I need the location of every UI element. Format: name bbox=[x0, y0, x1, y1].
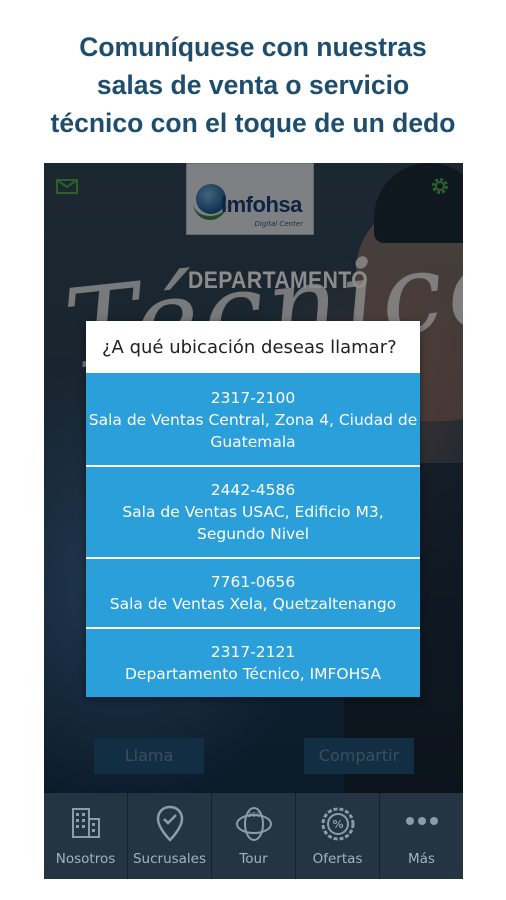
svg-text:360: 360 bbox=[247, 811, 260, 819]
option-address-line1: Sala de Ventas Xela, Quetzaltenango bbox=[109, 595, 397, 613]
location-option-tecnico[interactable]: 2317-2121 Departamento Técnico, IMFOHSA bbox=[86, 627, 420, 697]
option-address-line2: Segundo Nivel bbox=[196, 525, 310, 543]
tab-label: Nosotros bbox=[55, 851, 116, 867]
option-phone: 2442-4586 bbox=[210, 481, 296, 499]
location-dialog: ¿A qué ubicación deseas llamar? 2317-210… bbox=[86, 321, 420, 697]
more-dots-icon bbox=[405, 817, 438, 825]
tab-nosotros[interactable]: Nosotros bbox=[44, 793, 128, 879]
promo-headline: Comuníquese con nuestras salas de venta … bbox=[0, 28, 506, 142]
building-icon bbox=[71, 808, 100, 838]
tab-ofertas[interactable]: % Ofertas bbox=[296, 793, 380, 879]
headline-line-2: salas de venta o servicio bbox=[96, 70, 410, 100]
option-phone: 7761-0656 bbox=[210, 573, 296, 591]
tab-label: Tour bbox=[239, 851, 268, 867]
option-phone: 2317-2121 bbox=[210, 643, 296, 661]
tab-sucrusales[interactable]: Sucrusales bbox=[128, 793, 212, 879]
headline-line-1: Comuníquese con nuestras bbox=[79, 32, 427, 62]
map-pin-icon bbox=[156, 805, 183, 842]
percent-badge-icon: % bbox=[321, 807, 354, 841]
tab-mas[interactable]: Más bbox=[380, 793, 463, 879]
phone-screen: Técnico DEPARTAMENTO Imfohsa Digital Cen… bbox=[44, 163, 463, 879]
option-address-line1: Departamento Técnico, IMFOHSA bbox=[124, 665, 382, 683]
location-option-xela[interactable]: 7761-0656 Sala de Ventas Xela, Quetzalte… bbox=[86, 557, 420, 627]
360-tour-icon: 360 bbox=[235, 807, 272, 841]
option-phone: 2317-2100 bbox=[210, 389, 296, 407]
svg-text:%: % bbox=[332, 818, 343, 831]
headline-line-3: técnico con el toque de un dedo bbox=[50, 108, 456, 138]
tab-label: Sucrusales bbox=[132, 851, 207, 867]
bottom-tab-bar: Nosotros Sucrusales 360 Tour % Ofertas M… bbox=[44, 793, 463, 879]
tab-label: Ofertas bbox=[312, 851, 363, 867]
option-address-line1: Sala de Ventas USAC, Edificio M3, bbox=[122, 503, 384, 521]
tab-tour[interactable]: 360 Tour bbox=[212, 793, 296, 879]
dialog-title: ¿A qué ubicación deseas llamar? bbox=[102, 337, 397, 358]
location-option-central[interactable]: 2317-2100 Sala de Ventas Central, Zona 4… bbox=[86, 371, 420, 465]
option-address-line2: Guatemala bbox=[210, 433, 296, 451]
option-address-line1: Sala de Ventas Central, Zona 4, Ciudad d… bbox=[88, 411, 418, 429]
location-option-usac[interactable]: 2442-4586 Sala de Ventas USAC, Edificio … bbox=[86, 465, 420, 557]
tab-label: Más bbox=[408, 851, 435, 867]
